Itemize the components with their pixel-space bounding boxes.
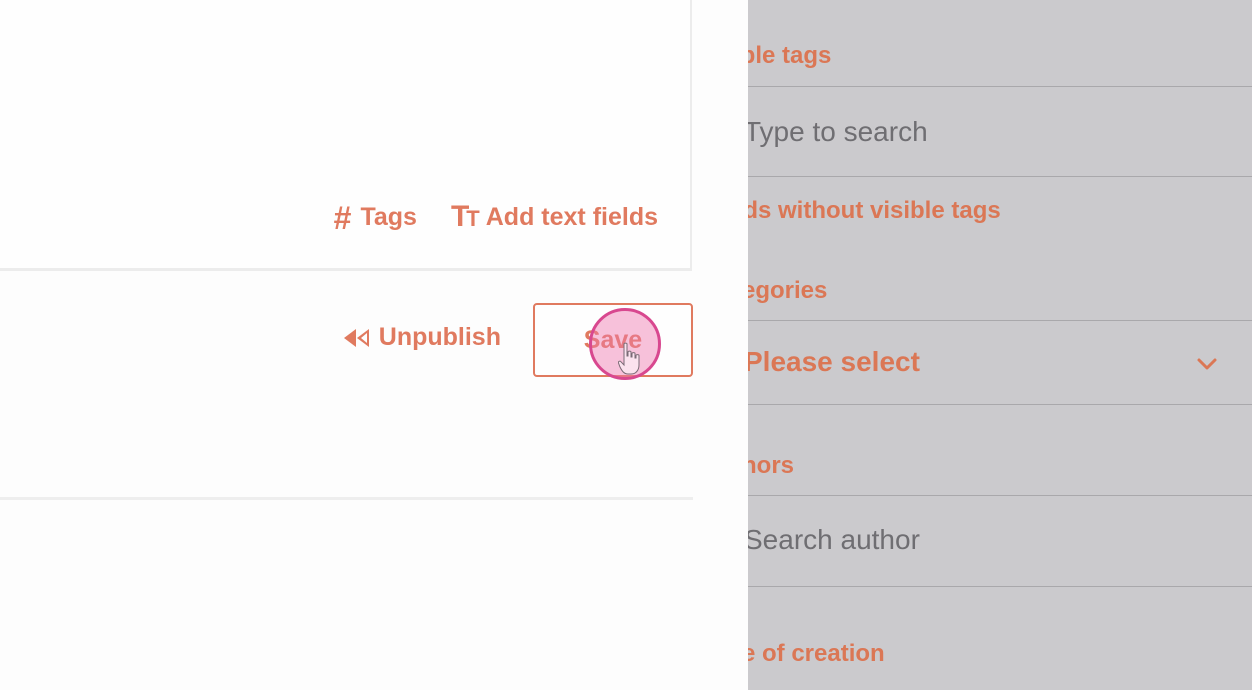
editor-card: # Tags TT Add text fields [0, 0, 692, 271]
hash-icon: # [333, 200, 352, 236]
hand-pointer-icon [618, 342, 640, 375]
date-of-creation-heading: te of creation [748, 640, 885, 667]
filter-panel: ible tags Type to search rds without vis… [748, 0, 1252, 690]
tag-search-input[interactable]: Type to search [748, 116, 928, 148]
tags-label: Tags [360, 202, 417, 231]
chevron-down-icon[interactable] [1196, 352, 1218, 374]
add-text-fields-button[interactable]: TT Add text fields [451, 202, 658, 232]
unpublish-button[interactable]: Unpublish [343, 323, 501, 352]
add-text-fields-label: Add text fields [485, 202, 658, 231]
section-divider [0, 497, 693, 500]
divider [748, 320, 1252, 321]
unpublish-label: Unpublish [378, 323, 501, 351]
author-search-input[interactable]: Search author [748, 524, 920, 556]
text-size-icon: TT [450, 200, 480, 233]
divider [748, 495, 1252, 496]
divider [748, 404, 1252, 405]
divider [748, 176, 1252, 177]
divider [748, 586, 1252, 587]
categories-select[interactable]: Please select [748, 346, 920, 378]
authors-heading: thors [748, 452, 794, 479]
tags-button[interactable]: # Tags [333, 200, 417, 236]
categories-heading: tegories [748, 277, 828, 304]
card-actions: # Tags TT Add text fields [333, 200, 658, 236]
records-without-tags-toggle[interactable]: rds without visible tags [748, 197, 1001, 225]
rewind-icon [343, 328, 369, 347]
visible-tags-heading: ible tags [748, 42, 832, 69]
divider [748, 86, 1252, 87]
